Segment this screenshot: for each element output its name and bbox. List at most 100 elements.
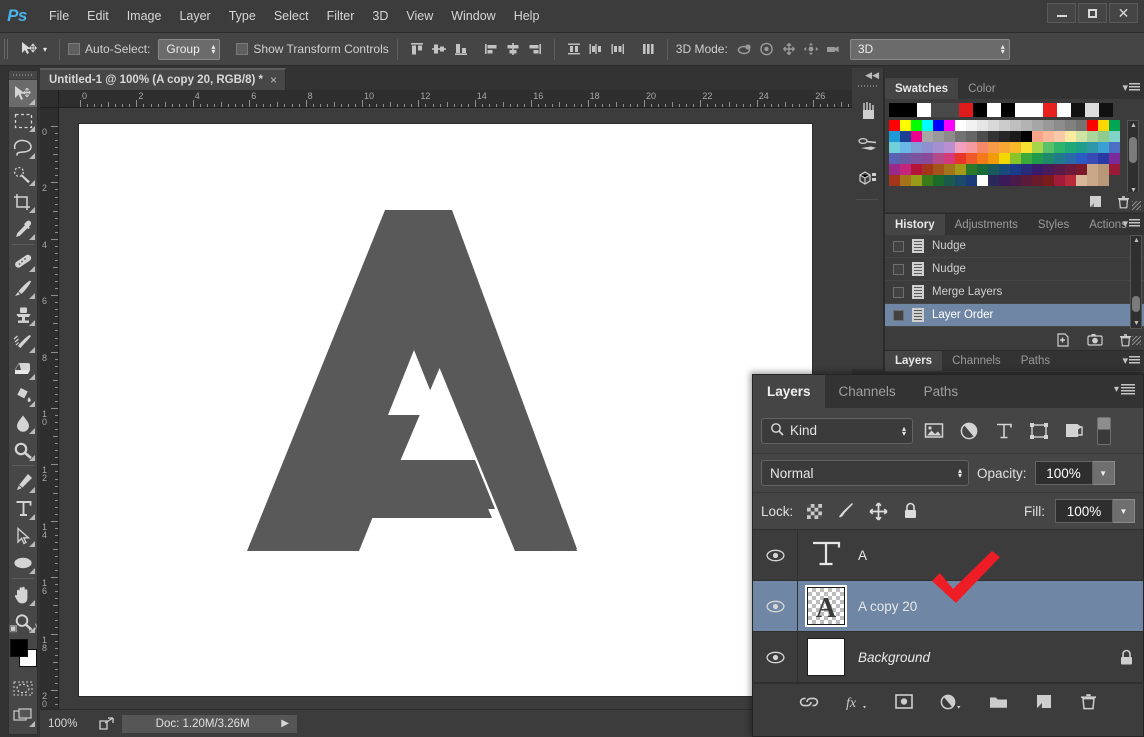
tab-swatches[interactable]: Swatches <box>885 78 959 99</box>
history-scrollbar[interactable]: ▲ ▼ <box>1130 235 1142 329</box>
color-swatch[interactable] <box>1098 131 1109 142</box>
color-swatch[interactable] <box>988 175 999 186</box>
gradient-tool-icon[interactable] <box>9 382 37 409</box>
new-snapshot-icon[interactable] <box>1087 333 1103 346</box>
align-horizontal-centers-icon[interactable] <box>502 38 524 60</box>
color-swatch[interactable] <box>955 175 966 186</box>
color-swatch[interactable] <box>1065 153 1076 164</box>
color-swatch[interactable] <box>1010 142 1021 153</box>
recent-color-swatch[interactable] <box>973 103 987 117</box>
share-icon[interactable] <box>96 715 118 733</box>
layer-style-icon[interactable]: fx <box>846 694 868 710</box>
color-swatch[interactable] <box>999 120 1010 131</box>
layer-filter-kind-dropdown[interactable]: Kind ▴ ▾ <box>761 417 913 444</box>
recent-color-swatch[interactable] <box>1015 103 1029 117</box>
lasso-tool-icon[interactable] <box>9 134 37 161</box>
tab-channels[interactable]: Channels <box>824 375 910 408</box>
color-swatch[interactable] <box>977 131 988 142</box>
color-swatch[interactable] <box>1109 142 1120 153</box>
move-tool-icon[interactable] <box>9 80 37 107</box>
color-swatch[interactable] <box>988 131 999 142</box>
color-swatch[interactable] <box>999 153 1010 164</box>
close-button[interactable]: ✕ <box>1109 3 1138 23</box>
color-swatch[interactable] <box>955 120 966 131</box>
layer-visibility-toggle[interactable] <box>753 580 798 632</box>
color-swatch[interactable] <box>955 153 966 164</box>
recent-color-swatch[interactable] <box>917 103 931 117</box>
scroll-up-icon[interactable]: ▲ <box>1130 122 1137 129</box>
opacity-dropdown-icon[interactable]: ▼ <box>1092 461 1115 485</box>
color-swatch[interactable] <box>977 120 988 131</box>
color-swatch[interactable] <box>1065 142 1076 153</box>
color-swatch[interactable] <box>944 131 955 142</box>
color-swatch[interactable] <box>1054 164 1065 175</box>
eyedropper-tool-icon[interactable] <box>9 215 37 242</box>
color-swatch[interactable] <box>911 131 922 142</box>
color-swatch[interactable] <box>922 164 933 175</box>
screen-mode-icon[interactable] <box>9 702 37 729</box>
new-fill-adjustment-layer-icon[interactable] <box>940 694 962 710</box>
new-layer-icon[interactable] <box>1036 694 1053 710</box>
menu-edit[interactable]: Edit <box>78 5 118 27</box>
spot-healing-brush-tool-icon[interactable] <box>9 247 37 274</box>
distribute-top-edges-icon[interactable] <box>563 38 585 60</box>
color-swatch[interactable] <box>1032 120 1043 131</box>
color-swatch[interactable] <box>1021 131 1032 142</box>
ellipse-tool-icon[interactable] <box>9 549 37 576</box>
color-swatch[interactable] <box>977 153 988 164</box>
color-swatch[interactable] <box>933 164 944 175</box>
layer-name[interactable]: A <box>854 548 1109 563</box>
distribute-bottom-edges-icon[interactable] <box>607 38 629 60</box>
panel-resize-grip[interactable] <box>1132 336 1141 345</box>
color-swatch[interactable] <box>900 164 911 175</box>
layer-thumbnail[interactable] <box>807 638 845 676</box>
recent-color-swatch[interactable] <box>1057 103 1071 117</box>
menu-window[interactable]: Window <box>442 5 504 27</box>
tab-layers[interactable]: Layers <box>753 375 825 408</box>
color-swatch[interactable] <box>933 153 944 164</box>
rotate-3d-icon[interactable] <box>734 38 756 60</box>
color-swatch[interactable] <box>922 120 933 131</box>
color-swatch[interactable] <box>988 142 999 153</box>
minimize-button[interactable] <box>1047 3 1076 23</box>
maximize-button[interactable] <box>1078 3 1107 23</box>
align-left-edges-icon[interactable] <box>480 38 502 60</box>
align-vertical-centers-icon[interactable] <box>428 38 450 60</box>
pen-tool-icon[interactable] <box>9 468 37 495</box>
brush-panel-icon[interactable] <box>852 94 884 128</box>
color-swatch[interactable] <box>1021 175 1032 186</box>
recent-color-swatch[interactable] <box>987 103 1001 117</box>
delete-state-icon[interactable] <box>1119 333 1132 347</box>
new-swatch-icon[interactable] <box>1089 195 1103 209</box>
color-swatch[interactable] <box>999 175 1010 186</box>
color-swatch[interactable] <box>1087 120 1098 131</box>
color-swatch[interactable] <box>1032 153 1043 164</box>
fill-input[interactable]: 100% <box>1055 499 1113 523</box>
color-swatch[interactable] <box>1043 120 1054 131</box>
document-canvas[interactable] <box>79 124 812 696</box>
blur-tool-icon[interactable] <box>9 409 37 436</box>
vertical-ruler[interactable]: 0 2 4 6 8 10 12 14 16 18 20 <box>40 108 59 709</box>
color-swatch[interactable] <box>911 153 922 164</box>
scroll-up-icon[interactable]: ▲ <box>1133 237 1140 244</box>
color-swatch[interactable] <box>1043 153 1054 164</box>
color-swatch[interactable] <box>1054 153 1065 164</box>
recent-color-swatch[interactable] <box>1085 103 1099 117</box>
color-swatch[interactable] <box>911 175 922 186</box>
document-size-status[interactable]: Doc: 1.20M/3.26M ▶ <box>122 714 297 733</box>
color-swatch[interactable] <box>1010 175 1021 186</box>
color-swatch[interactable] <box>900 142 911 153</box>
menu-help[interactable]: Help <box>505 5 549 27</box>
default-colors-icon[interactable]: ▣ <box>9 623 18 634</box>
color-swatch[interactable] <box>1021 120 1032 131</box>
color-swatch[interactable] <box>944 120 955 131</box>
swap-colors-icon[interactable]: ⤾ <box>29 623 37 634</box>
menu-image[interactable]: Image <box>118 5 171 27</box>
color-swatch[interactable] <box>966 131 977 142</box>
color-swatch[interactable] <box>1087 142 1098 153</box>
color-swatch[interactable] <box>1065 131 1076 142</box>
color-swatch[interactable] <box>1076 142 1087 153</box>
tab-styles[interactable]: Styles <box>1027 214 1080 235</box>
color-swatch[interactable] <box>966 175 977 186</box>
color-swatch[interactable] <box>933 142 944 153</box>
